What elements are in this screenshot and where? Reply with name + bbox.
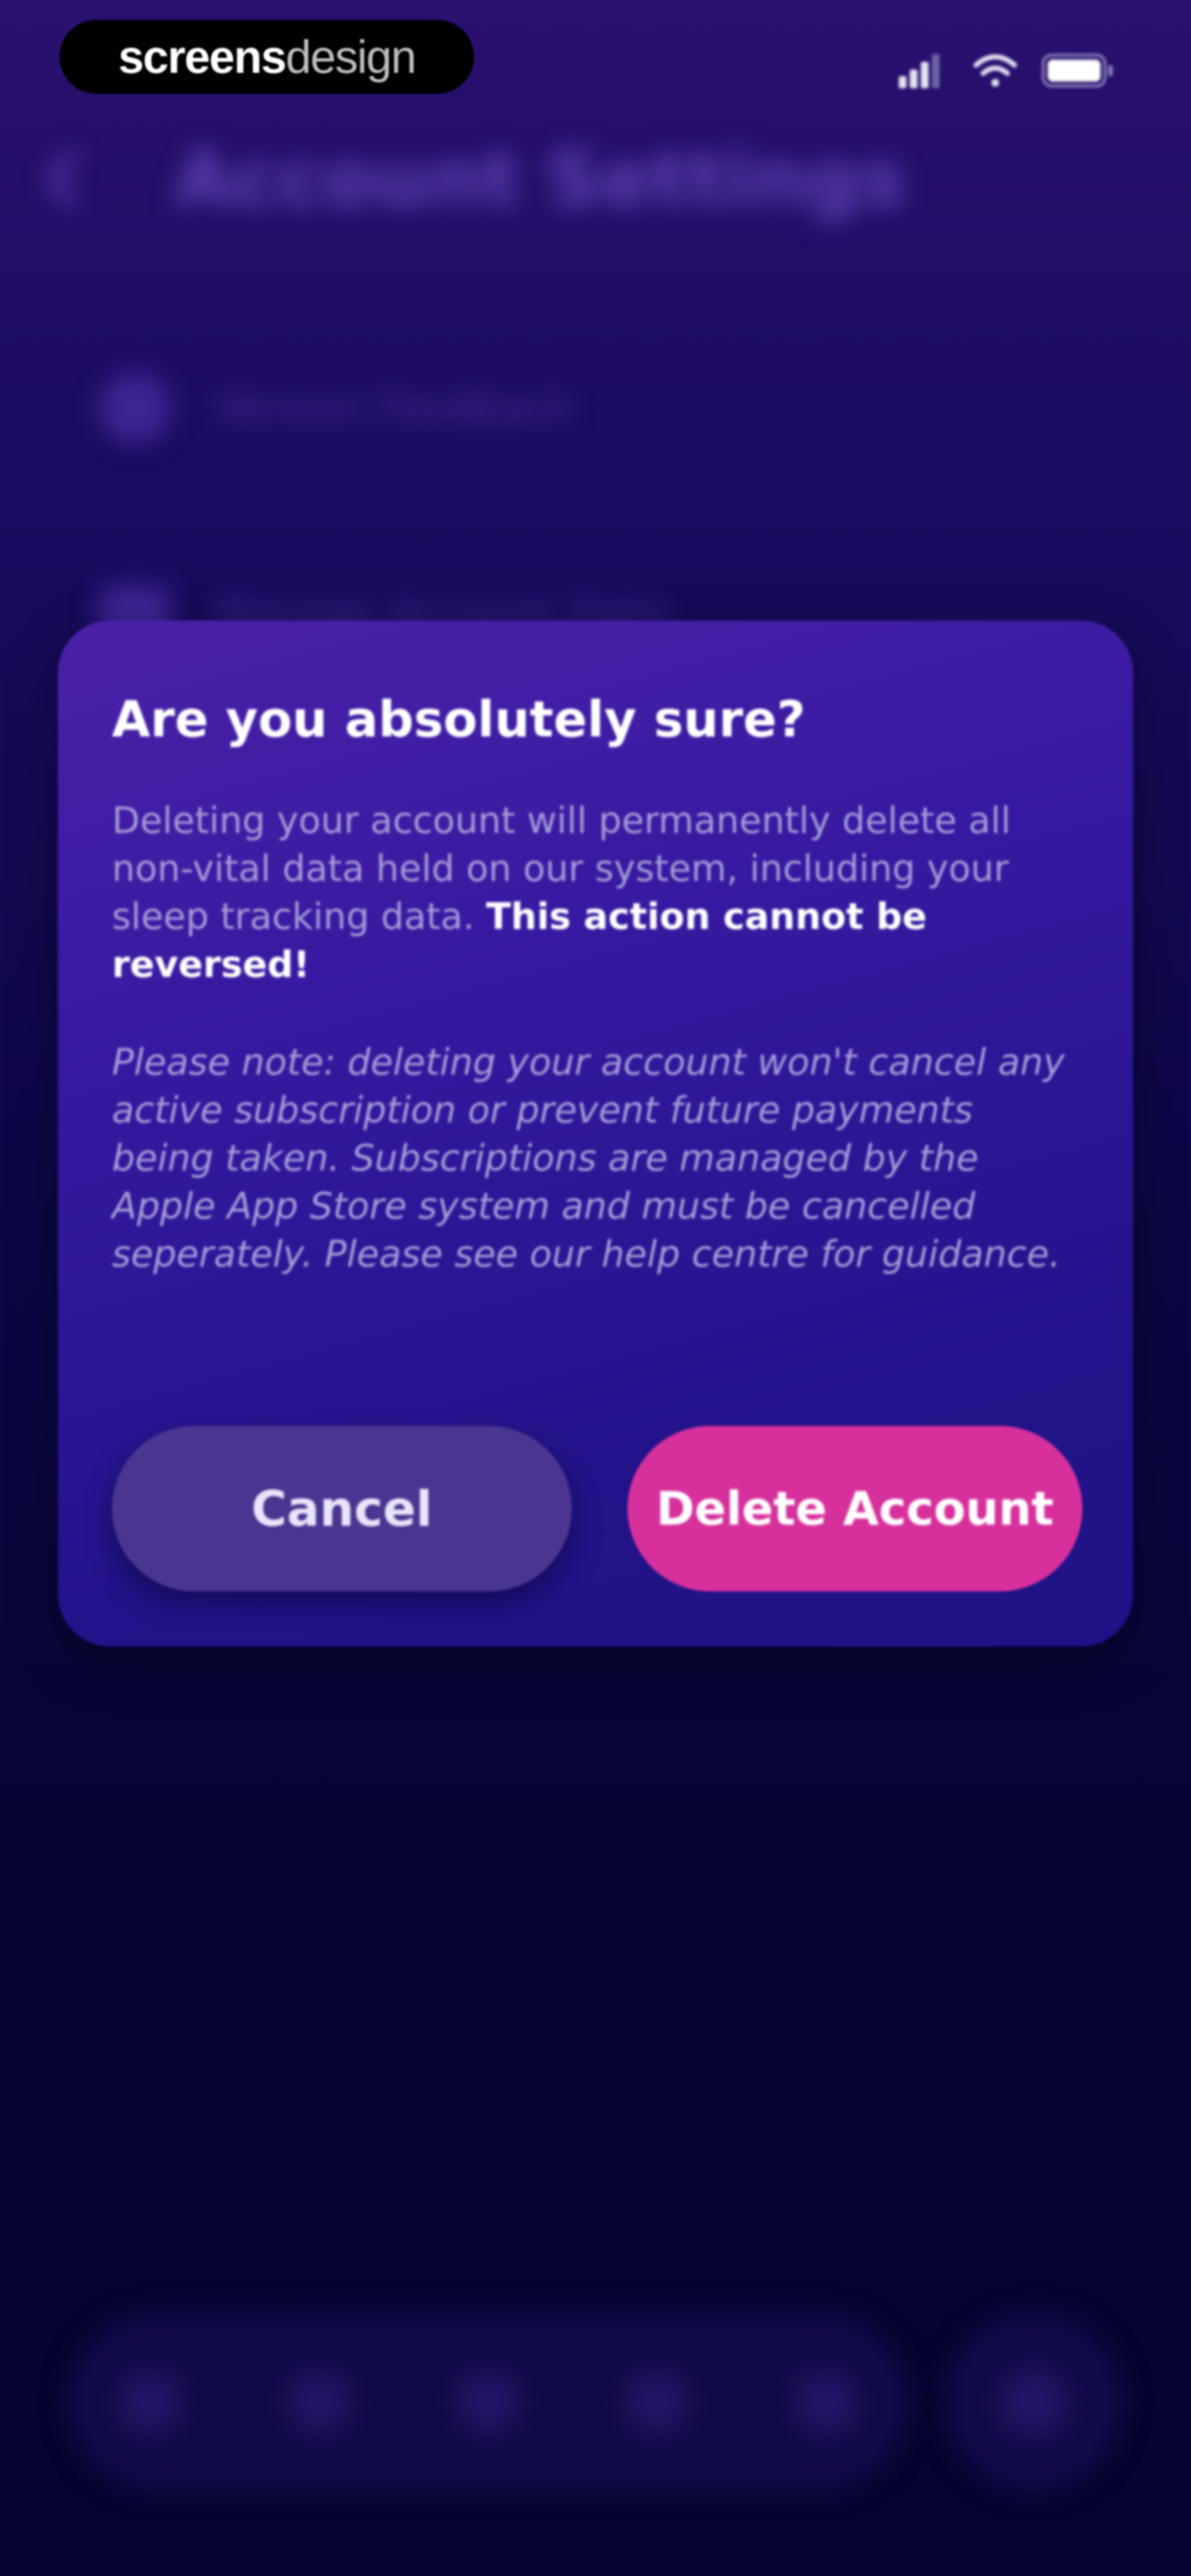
tab-sounds-icon[interactable]: [458, 2372, 518, 2433]
dialog-actions: Cancel Delete Account: [112, 1426, 1082, 1591]
status-icons: [899, 54, 1113, 88]
back-chevron-icon[interactable]: [43, 149, 82, 210]
delete-account-dialog: Are you absolutely sure? Deleting your a…: [58, 621, 1133, 1647]
battery-icon: [1042, 54, 1113, 88]
brand-bold-text: screens: [118, 30, 287, 83]
page-title: Account Settings: [174, 135, 906, 224]
user-icon: [99, 372, 171, 444]
brand-light-text: design: [286, 30, 417, 83]
app-screen: Account Settings Version Feedback Manage…: [0, 0, 1191, 2576]
cellular-signal-icon: [899, 54, 940, 88]
delete-account-button[interactable]: Delete Account: [627, 1426, 1082, 1591]
dialog-title: Are you absolutely sure?: [112, 691, 806, 749]
tab-stats-icon[interactable]: [626, 2372, 687, 2433]
dialog-note: Please note: deleting your account won't…: [112, 1041, 1065, 1275]
tab-sleep-icon[interactable]: [289, 2372, 350, 2433]
wifi-icon: [973, 54, 1017, 87]
cancel-button[interactable]: Cancel: [112, 1426, 572, 1591]
settings-row-feedback[interactable]: Version Feedback: [99, 372, 572, 444]
tab-bar: [66, 2311, 910, 2493]
tab-profile-icon[interactable]: [795, 2372, 856, 2433]
brand-watermark: screens design: [60, 20, 474, 94]
fab-icon: [1001, 2369, 1067, 2435]
settings-row-label: Version Feedback: [215, 384, 573, 432]
dialog-body: Deleting your account will permanently d…: [112, 797, 1078, 988]
tab-home-icon[interactable]: [120, 2372, 181, 2433]
floating-action-button[interactable]: [943, 2311, 1125, 2493]
